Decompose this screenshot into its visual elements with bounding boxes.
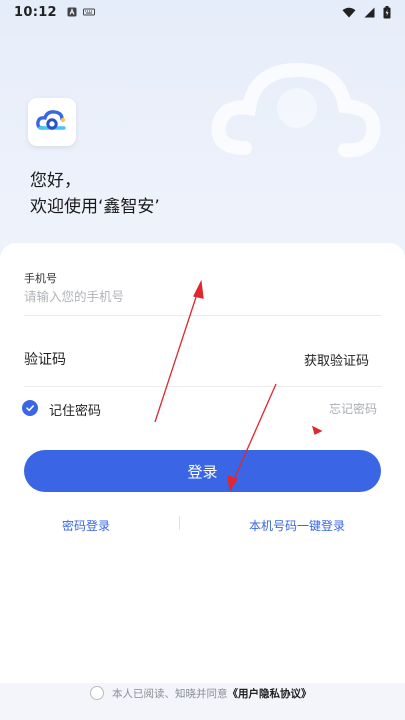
agreement-checkbox[interactable] [90, 686, 104, 700]
divider [24, 386, 382, 387]
notification-a-icon [67, 7, 77, 17]
signal-icon [364, 7, 375, 17]
cloud-logo-icon [36, 110, 66, 130]
divider [179, 516, 180, 530]
app-logo [28, 98, 76, 146]
greeting: 您好， 欢迎使用‘鑫智安’ [30, 168, 160, 220]
greeting-hello: 您好， [30, 171, 81, 191]
status-notification-icons [67, 7, 95, 17]
divider [24, 315, 382, 316]
background-cloud-icon [211, 62, 381, 158]
agreement-prefix: 本人已阅读、知晓并同意 [112, 688, 228, 700]
keyboard-icon [82, 8, 95, 16]
one-click-login-link[interactable]: 本机号码一键登录 [249, 517, 345, 534]
check-icon [26, 405, 34, 412]
agreement-text: 本人已阅读、知晓并同意《用户隐私协议》 [112, 686, 312, 701]
status-time: 10:12 [14, 4, 57, 20]
password-login-link[interactable]: 密码登录 [62, 517, 110, 534]
forgot-password-link[interactable]: 忘记密码 [329, 400, 377, 417]
wifi-icon [342, 7, 356, 17]
login-button[interactable]: 登录 [24, 450, 381, 492]
phone-label: 手机号 [24, 272, 57, 285]
remember-password-checkbox[interactable] [22, 400, 38, 416]
battery-icon [383, 5, 391, 18]
remember-password-label[interactable]: 记住密码 [49, 400, 101, 419]
verification-code-label: 验证码 [24, 352, 66, 368]
phone-input[interactable] [24, 285, 382, 307]
status-bar: 10:12 [0, 0, 405, 24]
greeting-welcome: 欢迎使用‘鑫智安’ [30, 197, 160, 217]
privacy-agreement-link[interactable]: 《用户隐私协议》 [228, 688, 312, 700]
status-system-icons [342, 5, 391, 19]
get-code-button[interactable]: 获取验证码 [304, 350, 369, 369]
